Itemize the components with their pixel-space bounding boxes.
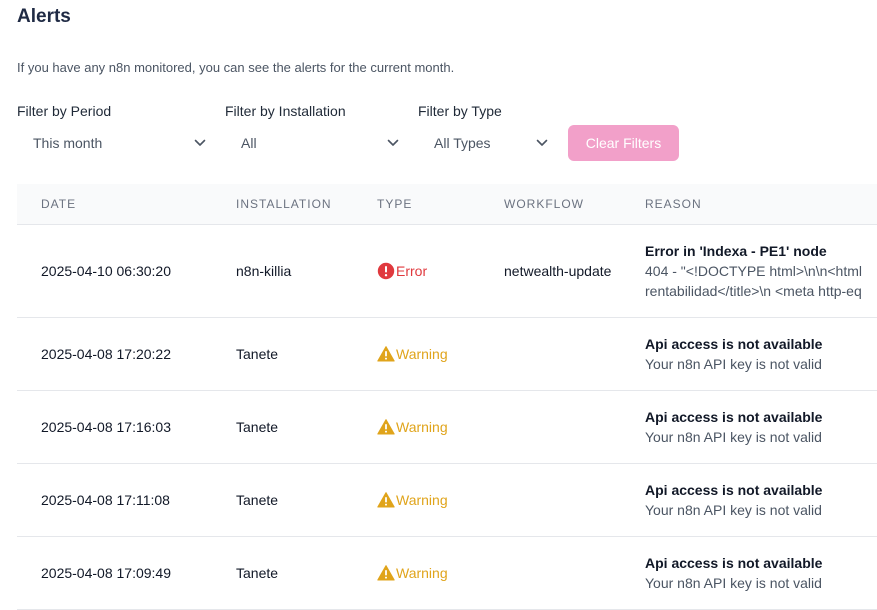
- table-row[interactable]: 2025-04-08 17:09:49 Tanete Warning Api a…: [17, 537, 877, 610]
- row-workflow: [504, 318, 614, 390]
- row-workflow: [504, 464, 614, 536]
- row-installation: Tanete: [236, 492, 279, 508]
- chevron-down-icon: [535, 132, 549, 154]
- table-row[interactable]: 2025-04-08 17:16:03 Tanete Warning Api a…: [17, 391, 877, 464]
- column-header-installation[interactable]: INSTALLATION: [236, 184, 332, 224]
- row-type-label: Warning: [396, 492, 448, 508]
- warning-triangle-icon: [377, 491, 395, 509]
- row-date: 2025-04-08 17:11:08: [41, 492, 170, 508]
- row-date: 2025-04-08 17:16:03: [41, 419, 171, 435]
- table-row[interactable]: 2025-04-08 17:11:08 Tanete Warning Api a…: [17, 464, 877, 537]
- row-type-label: Error: [396, 263, 428, 279]
- row-reason: Error in 'Indexa - PE1' node 404 - "<!DO…: [645, 225, 862, 317]
- column-header-date[interactable]: DATE: [41, 184, 76, 224]
- warning-triangle-icon: [377, 418, 395, 436]
- row-type-label: Warning: [396, 565, 448, 581]
- filter-period-label: Filter by Period: [17, 103, 112, 119]
- filter-installation-label: Filter by Installation: [225, 103, 346, 119]
- clear-filters-button[interactable]: Clear Filters: [568, 125, 679, 161]
- filter-installation-select[interactable]: All: [225, 132, 400, 154]
- row-date: 2025-04-08 17:20:22: [41, 346, 171, 362]
- row-installation: Tanete: [236, 565, 279, 581]
- row-reason: Api access is not available Your n8n API…: [645, 318, 822, 390]
- row-installation: Tanete: [236, 419, 279, 435]
- row-type: Warning: [377, 318, 448, 390]
- reason-detail: Your n8n API key is not valid: [645, 502, 822, 518]
- row-date: 2025-04-10 06:30:20: [41, 263, 171, 279]
- row-type: Warning: [377, 537, 448, 609]
- page-description: If you have any n8n monitored, you can s…: [17, 60, 455, 75]
- filter-installation-value: All: [241, 135, 257, 151]
- row-workflow: [504, 391, 614, 463]
- error-circle-icon: [377, 262, 395, 280]
- filter-type-value: All Types: [434, 135, 491, 151]
- row-installation: Tanete: [236, 346, 279, 362]
- table-row[interactable]: 2025-04-08 17:20:22 Tanete Warning Api a…: [17, 318, 877, 391]
- row-type: Warning: [377, 391, 448, 463]
- reason-detail: 404 - "<!DOCTYPE html>\n\n<html: [645, 263, 862, 279]
- reason-detail: Your n8n API key is not valid: [645, 356, 822, 372]
- row-type-label: Warning: [396, 346, 448, 362]
- row-date: 2025-04-08 17:09:49: [41, 565, 171, 581]
- row-workflow: [504, 537, 614, 609]
- filter-installation: Filter by Installation All: [225, 102, 400, 154]
- column-header-type[interactable]: TYPE: [377, 184, 412, 224]
- page-title: Alerts: [17, 6, 71, 27]
- row-reason: Api access is not available Your n8n API…: [645, 391, 822, 463]
- chevron-down-icon: [386, 132, 400, 154]
- warning-triangle-icon: [377, 564, 395, 582]
- alerts-table: DATE INSTALLATION TYPE WORKFLOW REASON 2…: [17, 184, 877, 610]
- filter-period: Filter by Period This month: [17, 102, 207, 154]
- row-installation: n8n-killia: [236, 263, 292, 279]
- column-header-reason[interactable]: REASON: [645, 184, 702, 224]
- reason-detail: Your n8n API key is not valid: [645, 429, 822, 445]
- row-reason: Api access is not available Your n8n API…: [645, 464, 822, 536]
- reason-detail-continued: rentabilidad</title>\n <meta http-eq: [645, 283, 862, 299]
- row-type: Error: [377, 225, 427, 317]
- row-type-label: Warning: [396, 419, 448, 435]
- filter-period-value: This month: [33, 135, 103, 151]
- filter-type: Filter by Type All Types: [418, 102, 549, 154]
- reason-title: Api access is not available: [645, 555, 823, 571]
- reason-detail: Your n8n API key is not valid: [645, 575, 822, 591]
- reason-title: Api access is not available: [645, 409, 823, 425]
- row-workflow: netwealth-update: [504, 263, 612, 279]
- row-reason: Api access is not available Your n8n API…: [645, 537, 822, 609]
- filter-type-label: Filter by Type: [418, 103, 502, 119]
- reason-title: Api access is not available: [645, 482, 823, 498]
- table-header: DATE INSTALLATION TYPE WORKFLOW REASON: [17, 184, 877, 225]
- reason-title: Error in 'Indexa - PE1' node: [645, 243, 827, 259]
- column-header-workflow[interactable]: WORKFLOW: [504, 184, 584, 224]
- row-type: Warning: [377, 464, 448, 536]
- filter-period-select[interactable]: This month: [17, 132, 207, 154]
- table-row[interactable]: 2025-04-10 06:30:20 n8n-killia Error net…: [17, 225, 877, 318]
- filter-type-select[interactable]: All Types: [418, 132, 549, 154]
- reason-title: Api access is not available: [645, 336, 823, 352]
- chevron-down-icon: [193, 132, 207, 154]
- warning-triangle-icon: [377, 345, 395, 363]
